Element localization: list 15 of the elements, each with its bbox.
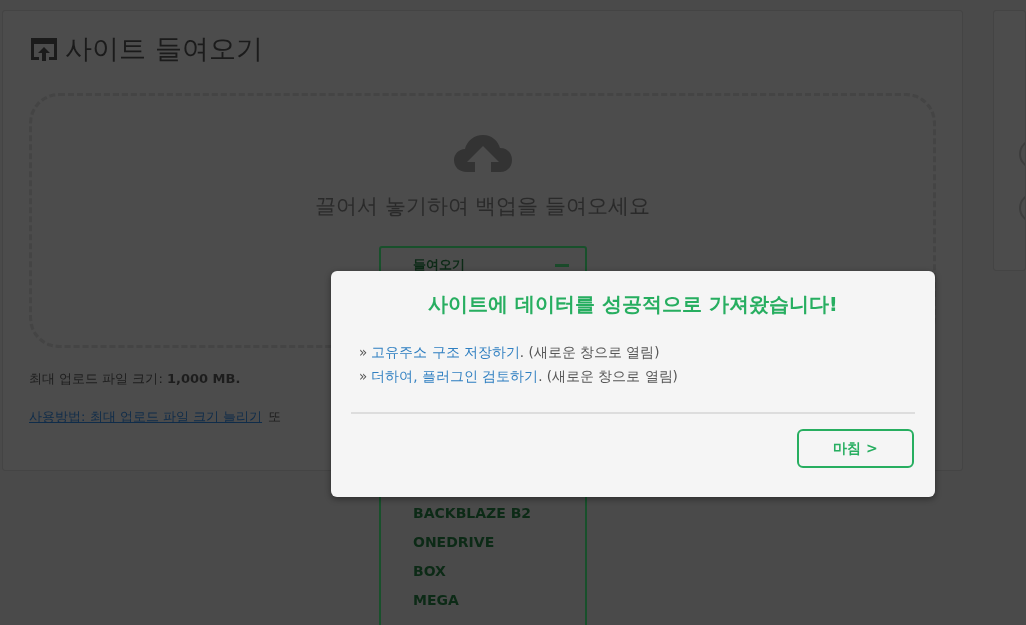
storage-option[interactable]: ONEDRIVE: [413, 533, 495, 551]
dialog-link[interactable]: 고유주소 구조 저장하기: [371, 344, 520, 362]
storage-option[interactable]: BACKBLAZE B2: [413, 504, 532, 522]
bullet-mark: »: [359, 344, 368, 362]
upload-window-icon: [29, 36, 59, 62]
storage-option[interactable]: MEGA: [413, 591, 459, 609]
link-note: . (새로운 창으로 열림): [538, 368, 678, 386]
bullet-mark: »: [359, 368, 368, 386]
dialog-title: 사이트에 데이터를 성공적으로 가져왔습니다!: [427, 291, 839, 318]
finish-button[interactable]: 마침 >: [797, 429, 914, 468]
link-note: . (새로운 창으로 열림): [519, 344, 660, 362]
import-button[interactable]: 들여오기: [381, 248, 585, 274]
storage-option[interactable]: BOX: [413, 562, 446, 580]
help-link[interactable]: 사용방법: 최대 업로드 파일 크기 늘리기: [29, 408, 263, 426]
dialog-link[interactable]: 더하여, 플러그인 검토하기: [371, 368, 539, 386]
